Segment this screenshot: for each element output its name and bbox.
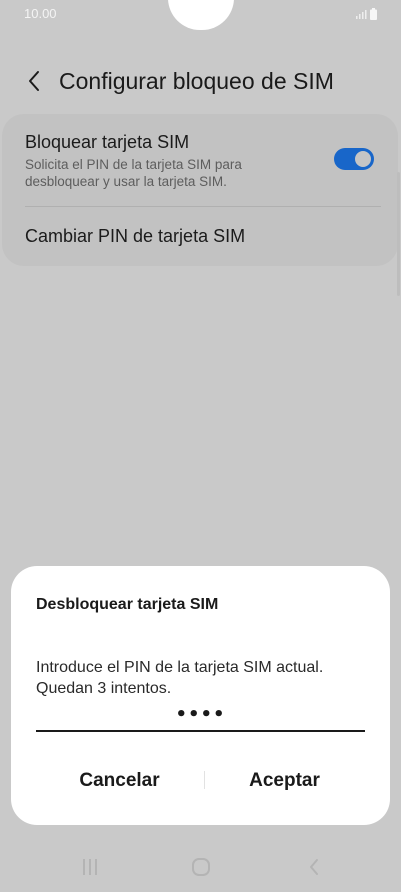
status-time: 10.00 [24, 6, 57, 21]
home-button[interactable] [183, 854, 219, 880]
signal-icon [356, 10, 367, 19]
status-icons [355, 8, 379, 20]
scroll-indicator [397, 172, 400, 296]
unlock-sim-dialog: Desbloquear tarjeta SIM Introduce el PIN… [11, 566, 390, 825]
change-pin-row[interactable]: Cambiar PIN de tarjeta SIM [2, 207, 398, 266]
sim-lock-row[interactable]: Bloquear tarjeta SIM Solicita el PIN de … [2, 114, 398, 206]
cancel-button[interactable]: Cancelar [32, 762, 207, 800]
dialog-message: Introduce el PIN de la tarjeta SIM actua… [36, 659, 324, 697]
settings-card: Bloquear tarjeta SIM Solicita el PIN de … [2, 114, 398, 266]
accept-button[interactable]: Aceptar [197, 762, 372, 800]
toggle-knob [353, 149, 373, 169]
sim-lock-toggle[interactable] [334, 148, 374, 170]
back-button[interactable] [20, 66, 48, 96]
header: Configurar bloqueo de SIM [0, 58, 401, 104]
chevron-left-icon [29, 71, 39, 91]
dialog-title: Desbloquear tarjeta SIM [36, 596, 219, 613]
navigation-bar [0, 844, 401, 892]
home-icon [192, 858, 210, 876]
screen: 10.00 Configurar bloqueo de SIM Bloquear [0, 0, 401, 892]
battery-icon [370, 8, 377, 20]
change-pin-title: Cambiar PIN de tarjeta SIM [25, 226, 246, 246]
dialog-buttons: Cancelar Aceptar [11, 762, 390, 800]
status-bar: 10.00 [0, 0, 401, 30]
pin-input[interactable]: •••• [36, 700, 365, 732]
back-icon [310, 859, 318, 875]
page-title: Configurar bloqueo de SIM [59, 68, 334, 94]
sim-lock-title: Bloquear tarjeta SIM [25, 132, 190, 152]
camera-notch [168, 0, 234, 30]
sim-lock-subtitle: Solicita el PIN de la tarjeta SIM para d… [25, 157, 242, 189]
nav-back-button[interactable] [296, 854, 332, 880]
recents-icon [83, 859, 97, 875]
recents-button[interactable] [72, 854, 108, 880]
